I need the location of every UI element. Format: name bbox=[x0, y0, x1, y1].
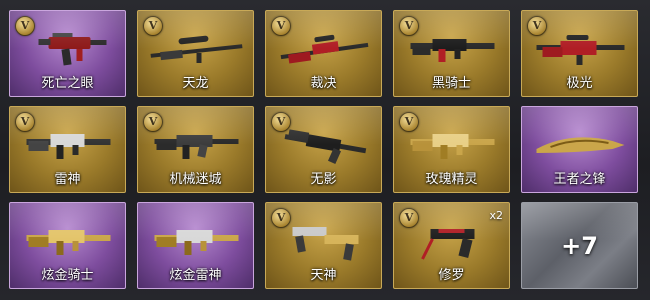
item-name: 裁决 bbox=[310, 76, 337, 91]
reward-tile[interactable]: V 死亡之眼 bbox=[9, 10, 126, 97]
sniper-rifle-icon bbox=[150, 35, 243, 63]
reward-tile[interactable]: V 极光 bbox=[521, 10, 638, 97]
assault-rifle-icon bbox=[26, 230, 111, 255]
sniper-rifle-icon bbox=[536, 35, 625, 65]
reward-tile[interactable]: V 机械迷城 bbox=[137, 106, 254, 193]
item-name: 王者之锋 bbox=[553, 172, 606, 187]
item-name: 机械迷城 bbox=[169, 172, 222, 187]
reward-tile[interactable]: V 天神 bbox=[265, 202, 382, 289]
assault-rifle-icon bbox=[284, 129, 367, 165]
reward-tile[interactable]: V 玫瑰精灵 bbox=[393, 106, 510, 193]
assault-rifle-icon bbox=[154, 135, 239, 159]
reward-tile[interactable]: 王者之锋 bbox=[521, 106, 638, 193]
assault-rifle-icon bbox=[410, 39, 495, 62]
more-items-count: +7 bbox=[561, 231, 598, 260]
more-items-tile[interactable]: +7 bbox=[521, 202, 638, 289]
item-name: 雷神 bbox=[54, 172, 81, 187]
item-name: 无影 bbox=[310, 172, 337, 187]
item-name: 炫金雷神 bbox=[169, 268, 222, 283]
knife-icon bbox=[536, 137, 625, 153]
item-name: 天神 bbox=[310, 268, 337, 283]
assault-rifle-icon bbox=[26, 134, 111, 159]
smg-icon bbox=[38, 33, 107, 66]
sniper-rifle-icon bbox=[280, 34, 369, 64]
item-name: 玫瑰精灵 bbox=[425, 172, 478, 187]
item-name: 黑骑士 bbox=[431, 76, 471, 91]
assault-rifle-icon bbox=[410, 134, 495, 159]
reward-tile[interactable]: 炫金雷神 bbox=[137, 202, 254, 289]
item-name: 极光 bbox=[566, 76, 593, 91]
reward-tile[interactable]: V 黑骑士 bbox=[393, 10, 510, 97]
assault-rifle-icon bbox=[154, 230, 239, 255]
pistol-icon bbox=[421, 229, 475, 260]
item-name: 天龙 bbox=[182, 76, 209, 91]
reward-tile[interactable]: 炫金骑士 bbox=[9, 202, 126, 289]
reward-tile[interactable]: V x2 修罗 bbox=[393, 202, 510, 289]
item-name: 死亡之眼 bbox=[41, 76, 94, 91]
reward-tile[interactable]: V 裁决 bbox=[265, 10, 382, 97]
reward-tile[interactable]: V 无影 bbox=[265, 106, 382, 193]
item-name: 修罗 bbox=[438, 268, 465, 283]
reward-grid: V 死亡之眼 V 天龙 V 裁决 V 黑骑士 V 极光 V 雷神 V 机械迷城 … bbox=[0, 0, 650, 300]
dual-pistols-icon bbox=[292, 227, 359, 261]
item-name: 炫金骑士 bbox=[41, 268, 94, 283]
reward-tile[interactable]: V 雷神 bbox=[9, 106, 126, 193]
reward-tile[interactable]: V 天龙 bbox=[137, 10, 254, 97]
